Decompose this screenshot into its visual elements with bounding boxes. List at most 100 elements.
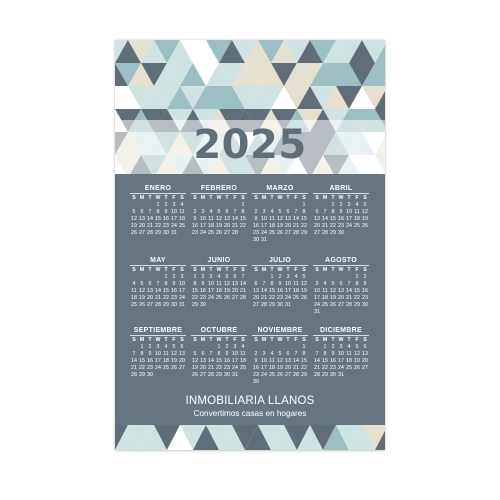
weekday-header: M bbox=[200, 267, 206, 273]
day-cell: 29 bbox=[155, 230, 161, 236]
month-name: FEBRERO bbox=[191, 185, 247, 194]
month-name: SEPTIEMBRE bbox=[130, 327, 186, 336]
day-cell: 25 bbox=[269, 230, 275, 236]
day-cell: 13 bbox=[285, 358, 291, 364]
day-cell: 6 bbox=[225, 209, 229, 215]
weekday-header: W bbox=[216, 267, 222, 273]
weekday-header: S bbox=[254, 195, 258, 201]
empty-cell bbox=[260, 344, 268, 351]
day-cell: 5 bbox=[363, 202, 367, 208]
weekday-header: T bbox=[148, 267, 152, 273]
day-cell: 1 bbox=[323, 344, 327, 350]
weekday-header: T bbox=[148, 337, 152, 343]
day-cell: 12 bbox=[277, 358, 283, 364]
day-cell: 10 bbox=[208, 281, 214, 287]
weekday-header: S bbox=[254, 337, 258, 343]
company-name: INMOBILIARIA LLANOS bbox=[185, 395, 315, 407]
day-cell: 7 bbox=[347, 281, 351, 287]
day-cell: 31 bbox=[171, 230, 177, 236]
day-cell: 30 bbox=[224, 372, 230, 378]
day-cell: 9 bbox=[339, 209, 343, 215]
weekday-header: S bbox=[241, 267, 245, 273]
day-grid: S M T W T F S 1 2 3 4 5 6 7 8 9 10 11 12 13 14 15 16 17 18 19 20 21… bbox=[130, 195, 186, 237]
day-cell: 17 bbox=[261, 223, 267, 229]
day-cell: 13 bbox=[285, 216, 291, 222]
empty-cell bbox=[292, 344, 300, 351]
empty-cell bbox=[284, 202, 292, 209]
day-cell: 15 bbox=[216, 358, 222, 364]
weekday-header: M bbox=[322, 267, 328, 273]
day-cell: 1 bbox=[164, 274, 168, 280]
empty-cell bbox=[337, 274, 345, 281]
day-cell: 31 bbox=[338, 372, 344, 378]
empty-cell bbox=[252, 344, 260, 351]
day-cell: 30 bbox=[147, 372, 153, 378]
day-cell: 7 bbox=[156, 281, 160, 287]
day-cell: 12 bbox=[330, 288, 336, 294]
day-cell: 5 bbox=[132, 209, 136, 215]
day-cell: 21 bbox=[240, 288, 246, 294]
day-cell: 12 bbox=[301, 281, 307, 287]
day-cell: 8 bbox=[164, 281, 168, 287]
day-cell: 9 bbox=[278, 281, 282, 287]
weekday-header: S bbox=[132, 337, 136, 343]
empty-cell bbox=[138, 274, 146, 281]
day-cell: 9 bbox=[148, 351, 152, 357]
day-cell: 19 bbox=[192, 365, 198, 371]
day-cell: 19 bbox=[301, 288, 307, 294]
day-cell: 23 bbox=[253, 230, 259, 236]
day-cell: 10 bbox=[200, 216, 206, 222]
day-cell: 27 bbox=[253, 302, 259, 308]
day-cell: 16 bbox=[277, 288, 283, 294]
day-cell: 23 bbox=[330, 365, 336, 371]
day-cell: 28 bbox=[147, 230, 153, 236]
day-cell: 19 bbox=[171, 358, 177, 364]
day-cell: 8 bbox=[193, 281, 197, 287]
day-grid: S M T W T F S 1 2 3 4 5 6 7 8 9 10 11 12 13 14 15 16 17 18 19 20 21… bbox=[130, 337, 186, 379]
day-cell: 2 bbox=[193, 209, 197, 215]
empty-cell bbox=[223, 202, 231, 209]
day-cell: 3 bbox=[262, 209, 266, 215]
day-cell: 10 bbox=[155, 351, 161, 357]
day-cell: 6 bbox=[315, 209, 319, 215]
day-cell: 10 bbox=[179, 281, 185, 287]
month-junio: JUNIO S M T W T F S 1 2 3 4 5 6 7 8 9 10 11 12 13 14 15 16 17 18 1… bbox=[191, 257, 247, 309]
day-cell: 26 bbox=[330, 302, 336, 308]
day-cell: 25 bbox=[179, 223, 185, 229]
day-cell: 30 bbox=[200, 302, 206, 308]
empty-cell bbox=[199, 344, 207, 351]
day-cell: 19 bbox=[224, 288, 230, 294]
day-grid: S M T W T F S 1 2 3 4 5 6 7 8 9 10 11 12 13 14 15 16 17 18 19 20 21… bbox=[130, 267, 186, 309]
weekday-header: S bbox=[363, 195, 367, 201]
day-cell: 23 bbox=[192, 230, 198, 236]
day-cell: 2 bbox=[363, 274, 367, 280]
day-cell: 23 bbox=[338, 223, 344, 229]
day-cell: 24 bbox=[261, 230, 267, 236]
day-cell: 22 bbox=[192, 295, 198, 301]
day-cell: 20 bbox=[200, 365, 206, 371]
weekday-header: T bbox=[286, 195, 290, 201]
day-cell: 17 bbox=[200, 223, 206, 229]
weekday-header: T bbox=[209, 195, 213, 201]
day-cell: 8 bbox=[241, 209, 245, 215]
month-noviembre: NOVIEMBRE S M T W T F S 1 2 3 4 5 6 7 8 9 10 11 12 13 14 15 16 1… bbox=[252, 327, 308, 386]
day-cell: 29 bbox=[322, 372, 328, 378]
day-cell: 24 bbox=[200, 230, 206, 236]
day-cell: 14 bbox=[314, 358, 320, 364]
day-cell: 6 bbox=[339, 281, 343, 287]
month-diciembre: DICIEMBRE S M T W T F S 1 2 3 4 5 6 7 8 9 10 11 12 13 14 15 16 1… bbox=[313, 327, 369, 379]
weekday-header: W bbox=[155, 337, 161, 343]
day-cell: 13 bbox=[338, 288, 344, 294]
day-cell: 16 bbox=[200, 288, 206, 294]
empty-cell bbox=[130, 344, 138, 351]
day-cell: 10 bbox=[285, 281, 291, 287]
weekday-header: T bbox=[148, 195, 152, 201]
day-cell: 11 bbox=[322, 288, 328, 294]
day-cell: 17 bbox=[232, 358, 238, 364]
day-cell: 23 bbox=[200, 295, 206, 301]
day-cell: 8 bbox=[355, 281, 359, 287]
day-cell: 7 bbox=[132, 351, 136, 357]
empty-cell bbox=[313, 202, 321, 209]
empty-cell bbox=[268, 202, 276, 209]
day-grid: S M T W T F S 1 2 3 4 5 6 7 8 9 10 11 12 13 14 15 16 17 18 19 20 21… bbox=[313, 195, 369, 237]
